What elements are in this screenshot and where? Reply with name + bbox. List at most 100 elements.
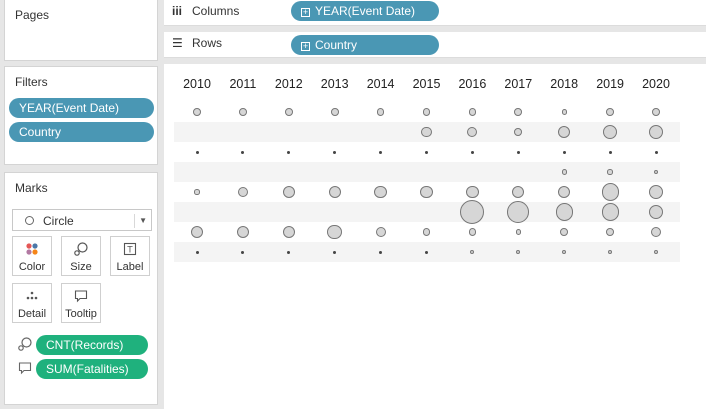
circle-mark[interactable] — [561, 109, 567, 115]
circle-mark[interactable] — [468, 228, 477, 236]
circle-mark[interactable] — [327, 224, 343, 240]
circle-mark[interactable] — [421, 126, 432, 138]
marks-card: Marks Circle ▼ Color Size T Label Detail… — [4, 172, 158, 405]
circle-mark[interactable] — [652, 108, 660, 116]
circle-mark[interactable] — [558, 185, 571, 199]
filter-pill-year[interactable]: YEAR(Event Date) — [9, 98, 154, 118]
circle-mark[interactable] — [422, 228, 431, 236]
size-icon — [17, 336, 33, 352]
circle-mark[interactable] — [607, 169, 613, 175]
circle-mark[interactable] — [466, 185, 479, 199]
circle-mark[interactable] — [654, 150, 658, 154]
rows-shelf-label-wrap: ☰ Rows — [172, 36, 222, 50]
circle-mark[interactable] — [470, 150, 474, 154]
circle-mark[interactable] — [193, 108, 201, 116]
circle-mark[interactable] — [512, 185, 525, 199]
year-header-2017[interactable]: 2017 — [498, 77, 538, 91]
circle-mark[interactable] — [237, 186, 248, 198]
circle-mark[interactable] — [374, 185, 387, 199]
year-header-2018[interactable]: 2018 — [544, 77, 584, 91]
mark-type-dropdown[interactable]: Circle ▼ — [12, 209, 152, 231]
circle-mark[interactable] — [650, 226, 662, 238]
label-button[interactable]: T Label — [110, 236, 150, 276]
circle-mark[interactable] — [514, 128, 523, 136]
circle-mark[interactable] — [379, 250, 383, 254]
pages-title: Pages — [15, 8, 50, 22]
circle-mark[interactable] — [239, 108, 247, 116]
filter-pill-country[interactable]: Country — [9, 122, 154, 142]
circle-mark[interactable] — [562, 150, 566, 154]
circle-mark[interactable] — [328, 185, 341, 199]
circle-mark[interactable] — [282, 185, 295, 199]
rows-shelf[interactable]: ☰ Rows + Country — [164, 32, 706, 58]
circle-mark[interactable] — [468, 108, 477, 116]
circle-mark[interactable] — [287, 250, 291, 254]
chevron-down-icon[interactable]: ▼ — [134, 214, 147, 228]
circle-mark[interactable] — [379, 150, 383, 154]
rows-pill-country[interactable]: + Country — [291, 35, 439, 55]
circle-mark[interactable] — [608, 150, 612, 154]
circle-mark[interactable] — [241, 150, 245, 154]
circle-mark[interactable] — [376, 108, 385, 116]
circle-mark[interactable] — [601, 203, 619, 221]
color-button[interactable]: Color — [12, 236, 52, 276]
columns-pill-year[interactable]: + YEAR(Event Date) — [291, 1, 439, 21]
circle-mark[interactable] — [287, 150, 291, 154]
circle-mark[interactable] — [561, 169, 567, 175]
year-header-2016[interactable]: 2016 — [452, 77, 492, 91]
size-icon — [62, 241, 100, 257]
circle-icon — [25, 216, 34, 225]
circle-mark[interactable] — [375, 226, 386, 238]
size-button[interactable]: Size — [61, 236, 101, 276]
year-header-2020[interactable]: 2020 — [636, 77, 676, 91]
circle-mark[interactable] — [425, 250, 428, 254]
mark-type-value: Circle — [43, 214, 74, 228]
circle-mark[interactable] — [560, 228, 569, 236]
circle-mark[interactable] — [422, 108, 431, 116]
circle-mark[interactable] — [236, 225, 250, 239]
expand-icon[interactable]: + — [301, 42, 310, 51]
circle-mark[interactable] — [515, 229, 521, 235]
viz-view[interactable]: 2010 2011 2012 2013 2014 2015 2016 2017 2018 2019… — [164, 64, 706, 409]
expand-icon[interactable]: + — [301, 8, 310, 17]
pages-card: Pages — [4, 0, 158, 61]
color-icon — [13, 241, 51, 257]
circle-mark[interactable] — [282, 225, 295, 239]
year-header-2011[interactable]: 2011 — [223, 77, 263, 91]
marks-field-cnt-records[interactable]: CNT(Records) — [36, 335, 148, 355]
circle-mark[interactable] — [284, 108, 293, 116]
circle-mark[interactable] — [507, 201, 530, 223]
circle-mark[interactable] — [648, 184, 664, 200]
circle-mark[interactable] — [606, 108, 614, 116]
columns-shelf[interactable]: iii Columns + YEAR(Event Date) — [164, 0, 706, 26]
tooltip-button[interactable]: Tooltip — [61, 283, 101, 323]
detail-button[interactable]: Detail — [12, 283, 52, 323]
year-header-2012[interactable]: 2012 — [269, 77, 309, 91]
circle-mark[interactable] — [195, 150, 199, 154]
columns-pill-label: YEAR(Event Date) — [315, 4, 416, 18]
circle-mark[interactable] — [601, 183, 619, 201]
circle-mark[interactable] — [514, 108, 523, 116]
year-header-2019[interactable]: 2019 — [590, 77, 630, 91]
year-header-2013[interactable]: 2013 — [315, 77, 355, 91]
circle-mark[interactable] — [330, 108, 339, 116]
circle-mark[interactable] — [516, 150, 520, 154]
rows-icon: ☰ — [172, 36, 183, 50]
circle-mark[interactable] — [194, 189, 200, 195]
tooltip-button-label: Tooltip — [65, 308, 97, 320]
year-header-2010[interactable]: 2010 — [177, 77, 217, 91]
circle-mark[interactable] — [420, 185, 433, 199]
columns-shelf-label-wrap: iii Columns — [172, 4, 239, 18]
circle-mark[interactable] — [333, 150, 337, 154]
circle-mark[interactable] — [190, 225, 204, 239]
circle-mark[interactable] — [195, 250, 199, 254]
circle-mark[interactable] — [606, 228, 614, 236]
circle-mark[interactable] — [333, 250, 337, 254]
tooltip-icon — [62, 288, 100, 304]
year-header-2014[interactable]: 2014 — [361, 77, 401, 91]
marks-field-sum-fatalities[interactable]: SUM(Fatalities) — [36, 359, 148, 379]
detail-button-label: Detail — [17, 308, 47, 320]
year-header-2015[interactable]: 2015 — [407, 77, 447, 91]
circle-mark[interactable] — [425, 150, 428, 154]
circle-mark[interactable] — [555, 203, 573, 221]
